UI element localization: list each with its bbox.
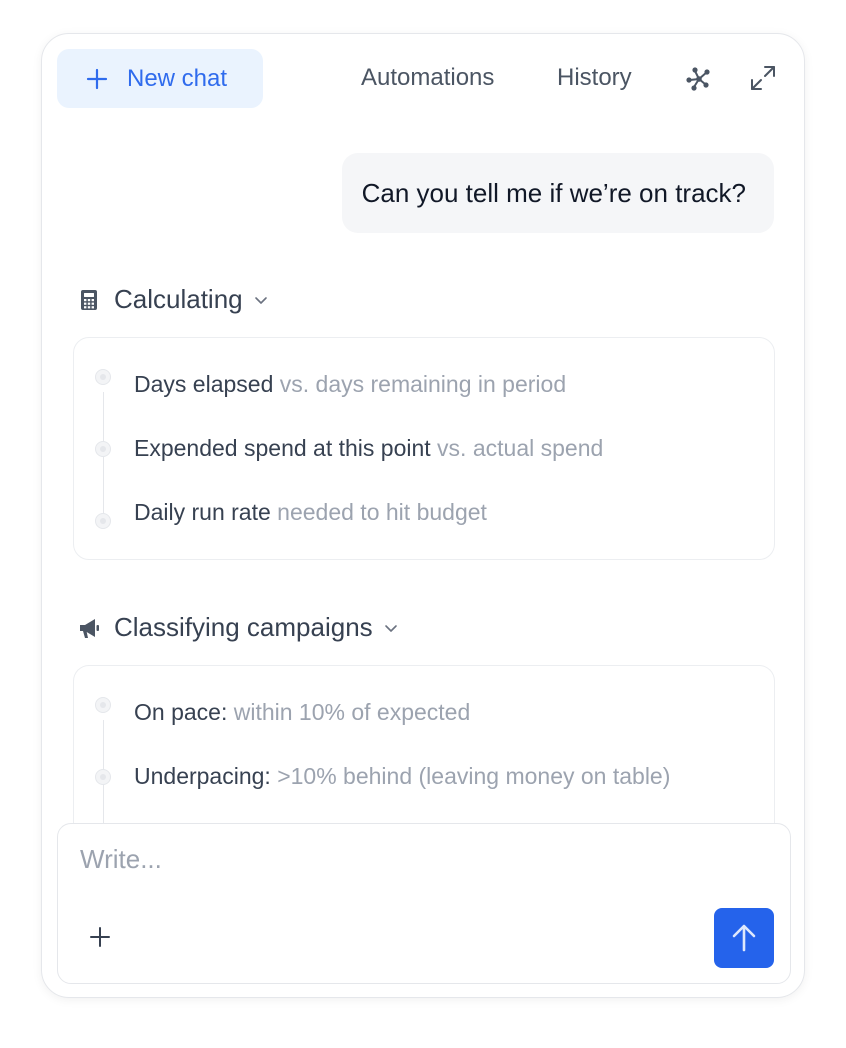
step-item: On pace: within 10% of expected — [134, 699, 471, 725]
message-composer — [57, 823, 791, 984]
chevron-down-icon — [384, 624, 397, 632]
arrow-up-icon — [732, 924, 756, 952]
section-calculating-toggle[interactable]: Calculating — [77, 284, 269, 315]
automations-link[interactable]: Automations — [361, 63, 494, 93]
expand-icon[interactable] — [749, 64, 777, 92]
new-chat-label: New chat — [127, 64, 228, 92]
history-link[interactable]: History — [557, 63, 632, 93]
step-dot-icon — [95, 513, 111, 529]
message-input[interactable] — [80, 842, 760, 876]
calculating-steps-card: Days elapsed vs. days remaining in perio… — [73, 337, 775, 560]
chat-panel: New chat Automations History Can you tel… — [41, 33, 805, 998]
step-item: Days elapsed vs. days remaining in perio… — [134, 371, 567, 397]
classifying-steps-card: On pace: within 10% of expected Underpac… — [73, 665, 775, 846]
step-dot-icon — [95, 769, 111, 785]
megaphone-icon — [80, 618, 99, 638]
section-classifying-toggle[interactable]: Classifying campaigns — [77, 612, 399, 643]
step-dot-icon — [95, 697, 111, 713]
plus-icon — [86, 68, 108, 89]
section-title: Classifying campaigns — [114, 612, 373, 642]
chevron-down-icon — [254, 296, 267, 304]
step-item: Underpacing: >10% behind (leaving money … — [134, 763, 671, 789]
step-dot-icon — [95, 369, 111, 385]
user-message-text: Can you tell me if we’re on track? — [361, 177, 746, 208]
new-chat-button[interactable]: New chat — [57, 49, 263, 108]
network-icon[interactable] — [685, 65, 713, 93]
step-item: Daily run rate needed to hit budget — [134, 499, 487, 525]
attach-plus-icon[interactable] — [89, 926, 111, 948]
step-item: Expended spend at this point vs. actual … — [134, 435, 604, 461]
send-button[interactable] — [714, 908, 774, 968]
user-message-bubble: Can you tell me if we’re on track? — [341, 153, 774, 233]
step-dot-icon — [95, 441, 111, 457]
calculator-icon — [81, 289, 97, 310]
section-title: Calculating — [114, 284, 243, 314]
